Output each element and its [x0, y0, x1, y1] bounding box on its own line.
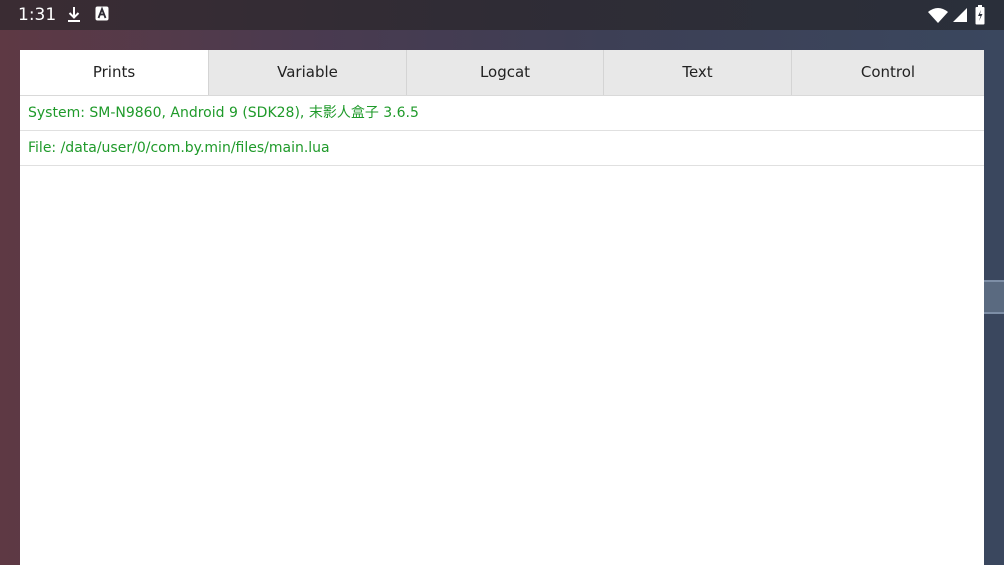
tab-control[interactable]: Control	[791, 50, 984, 95]
status-time: 1:31	[18, 5, 57, 25]
screen: 1:31 Prints Variable Logcat Text Control…	[0, 0, 1004, 565]
wifi-icon	[928, 7, 948, 27]
download-icon	[66, 6, 82, 28]
tab-bar: Prints Variable Logcat Text Control	[20, 50, 984, 96]
debug-dialog: Prints Variable Logcat Text Control Syst…	[20, 50, 984, 565]
status-bar: 1:31	[0, 0, 1004, 30]
log-line-file: File: /data/user/0/com.by.min/files/main…	[20, 131, 984, 166]
tab-variable[interactable]: Variable	[208, 50, 406, 95]
log-line-system: System: SM-N9860, Android 9 (SDK28), 末影人…	[20, 96, 984, 131]
battery-icon	[975, 5, 985, 29]
tab-prints[interactable]: Prints	[20, 50, 208, 95]
print-log[interactable]: System: SM-N9860, Android 9 (SDK28), 末影人…	[20, 96, 984, 166]
tab-text[interactable]: Text	[603, 50, 791, 95]
a-notification-icon	[95, 6, 109, 26]
cell-signal-icon	[952, 7, 968, 27]
tab-logcat[interactable]: Logcat	[406, 50, 603, 95]
floating-edge-handle[interactable]	[984, 280, 1004, 314]
